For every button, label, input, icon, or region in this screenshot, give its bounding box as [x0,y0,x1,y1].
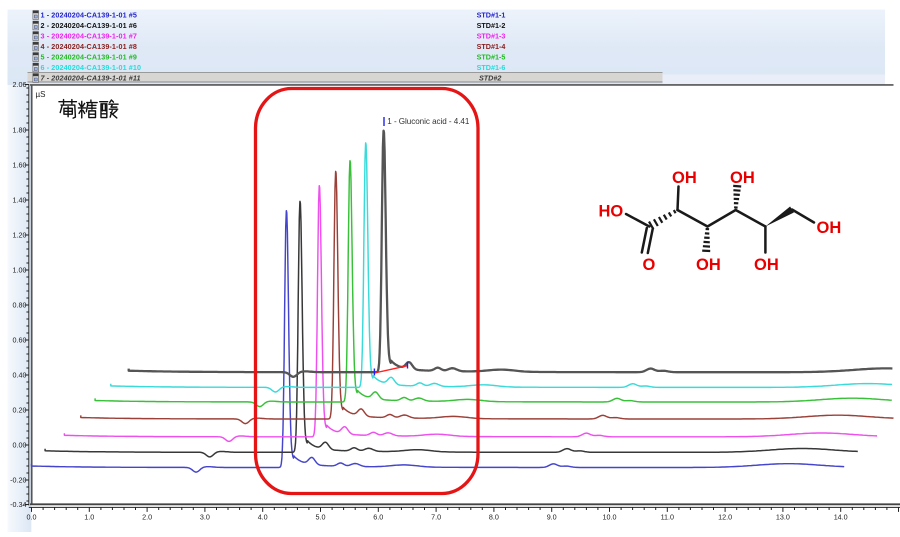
svg-text:2.0: 2.0 [142,513,152,522]
svg-text:1 - Gluconic acid - 4.41: 1 - Gluconic acid - 4.41 [387,117,470,126]
svg-text:STD#1-5: STD#1-5 [477,53,506,62]
svg-text:2.06: 2.06 [13,80,27,89]
svg-text:8.0: 8.0 [489,513,499,522]
svg-text:7 - 20240204-CA139-1-01 #11: 7 - 20240204-CA139-1-01 #11 [41,74,141,83]
svg-text:4 - 20240204-CA139-1-01 #8: 4 - 20240204-CA139-1-01 #8 [41,42,138,51]
svg-text:5.0: 5.0 [316,513,326,522]
svg-text:10.0: 10.0 [603,513,617,522]
svg-text:7.0: 7.0 [431,513,441,522]
svg-text:0.60: 0.60 [13,336,27,345]
svg-text:OH: OH [672,169,697,187]
svg-text:STD#1-1: STD#1-1 [477,11,506,20]
svg-text:1.80: 1.80 [13,126,27,135]
svg-text:-0.34: -0.34 [10,500,26,509]
svg-text:OH: OH [817,219,842,237]
svg-text:1.00: 1.00 [13,266,27,275]
svg-text:STD#1-3: STD#1-3 [477,32,506,41]
svg-text:4.0: 4.0 [258,513,268,522]
svg-text:OH: OH [754,256,779,274]
svg-text:OH: OH [696,256,721,274]
svg-text:1.20: 1.20 [13,231,27,240]
svg-text:1 - 20240204-CA139-1-01 #5: 1 - 20240204-CA139-1-01 #5 [41,11,138,20]
svg-text:12.0: 12.0 [718,513,732,522]
svg-text:6 - 20240204-CA139-1-01 #10: 6 - 20240204-CA139-1-01 #10 [41,63,142,72]
svg-text:14.0: 14.0 [834,513,848,522]
svg-text:0.0: 0.0 [27,513,37,522]
svg-text:HO: HO [599,203,624,221]
svg-text:13.0: 13.0 [776,513,790,522]
svg-text:0.20: 0.20 [13,406,27,415]
svg-text:µS: µS [36,90,46,99]
svg-text:STD#1-4: STD#1-4 [477,42,506,51]
svg-text:STD#1-2: STD#1-2 [477,21,506,30]
svg-text:O: O [643,256,656,274]
svg-text:1.60: 1.60 [13,161,27,170]
svg-text:0.40: 0.40 [13,371,27,380]
svg-text:OH: OH [730,169,755,187]
svg-text:1.40: 1.40 [13,196,27,205]
svg-text:1.0: 1.0 [84,513,94,522]
svg-text:0.80: 0.80 [13,301,27,310]
svg-text:3.0: 3.0 [200,513,210,522]
svg-text:2 - 20240204-CA139-1-01 #6: 2 - 20240204-CA139-1-01 #6 [41,21,138,30]
svg-text:5 - 20240204-CA139-1-01 #9: 5 - 20240204-CA139-1-01 #9 [41,53,138,62]
svg-text:11.0: 11.0 [661,513,674,522]
svg-text:STD#2: STD#2 [479,74,501,83]
svg-text:-0.20: -0.20 [10,476,26,485]
svg-text:9.0: 9.0 [547,513,557,522]
svg-text:STD#1-6: STD#1-6 [477,63,506,72]
svg-text:3 - 20240204-CA139-1-01 #7: 3 - 20240204-CA139-1-01 #7 [41,32,138,41]
svg-text:0.00: 0.00 [13,441,27,450]
svg-text:6.0: 6.0 [373,513,383,522]
